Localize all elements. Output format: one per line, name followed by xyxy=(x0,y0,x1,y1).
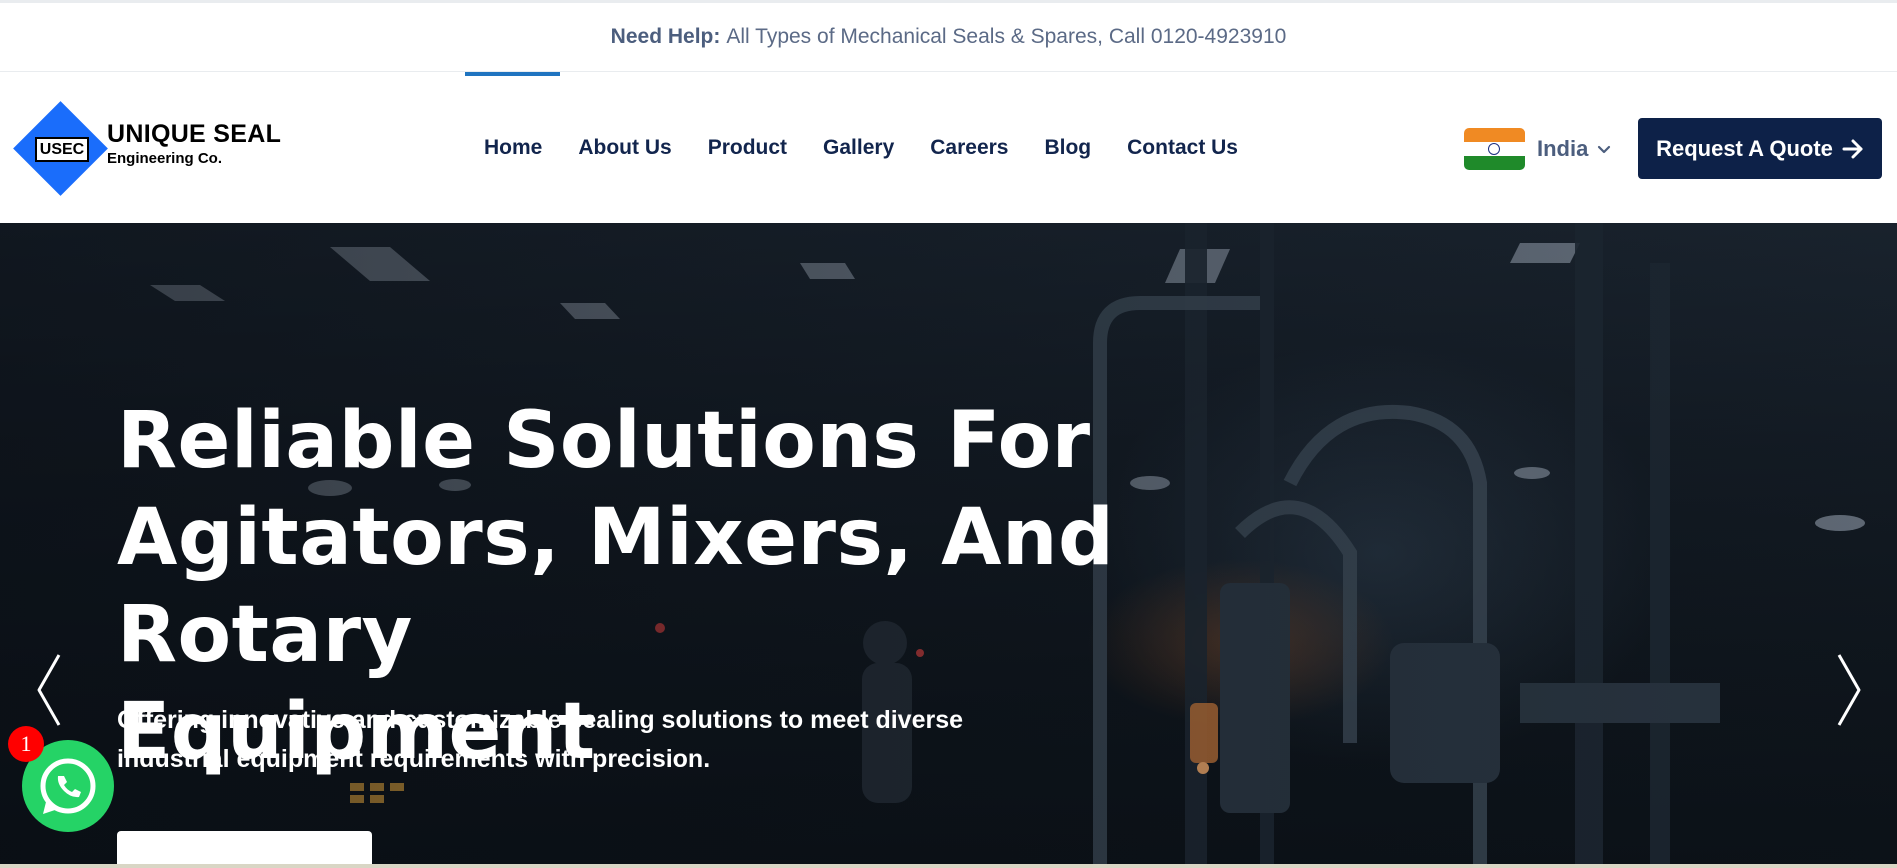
nav-product[interactable]: Product xyxy=(690,72,805,223)
help-text[interactable]: All Types of Mechanical Seals & Spares, … xyxy=(726,25,1286,49)
chevron-down-icon xyxy=(1598,145,1611,154)
hero-cta-button[interactable] xyxy=(117,831,372,868)
nav-gallery[interactable]: Gallery xyxy=(805,72,912,223)
nav-about-us[interactable]: About Us xyxy=(560,72,689,223)
main-nav: Home About Us Product Gallery Careers Bl… xyxy=(464,72,1256,223)
chevron-right-icon[interactable] xyxy=(1833,653,1863,727)
logo-brand-name: UNIQUE SEAL xyxy=(107,120,282,148)
request-quote-button[interactable]: Request A Quote xyxy=(1638,118,1882,179)
nav-blog[interactable]: Blog xyxy=(1026,72,1109,223)
logo-subtitle: Engineering Co. xyxy=(107,150,223,167)
site-logo[interactable]: USEC UNIQUE SEAL Engineering Co. xyxy=(13,101,284,198)
india-flag-icon xyxy=(1464,128,1525,170)
notification-badge: 1 xyxy=(8,726,44,762)
site-header: USEC UNIQUE SEAL Engineering Co. Home Ab… xyxy=(0,72,1897,223)
hero-subtitle: Offering innovative and customizable sea… xyxy=(117,706,964,773)
country-label: India xyxy=(1537,136,1589,161)
hero-bottom-border xyxy=(0,864,1897,868)
logo-badge: USEC xyxy=(35,137,89,162)
chevron-left-icon[interactable] xyxy=(35,653,65,727)
nav-careers[interactable]: Careers xyxy=(912,72,1026,223)
hero-slider: Reliable Solutions For Agitators, Mixers… xyxy=(0,223,1897,868)
request-quote-label: Request A Quote xyxy=(1656,135,1833,161)
help-bar: Need Help: All Types of Mechanical Seals… xyxy=(0,0,1897,72)
help-label: Need Help: xyxy=(610,25,721,48)
hero-title-line: Agitators, Mixers, And Rotary xyxy=(117,493,1115,680)
arrow-right-icon xyxy=(1842,139,1863,158)
country-selector[interactable]: India xyxy=(1464,128,1612,170)
nav-home[interactable]: Home xyxy=(464,72,561,223)
hero-title-line: Reliable Solutions For xyxy=(117,396,1091,486)
nav-contact-us[interactable]: Contact Us xyxy=(1109,72,1256,223)
